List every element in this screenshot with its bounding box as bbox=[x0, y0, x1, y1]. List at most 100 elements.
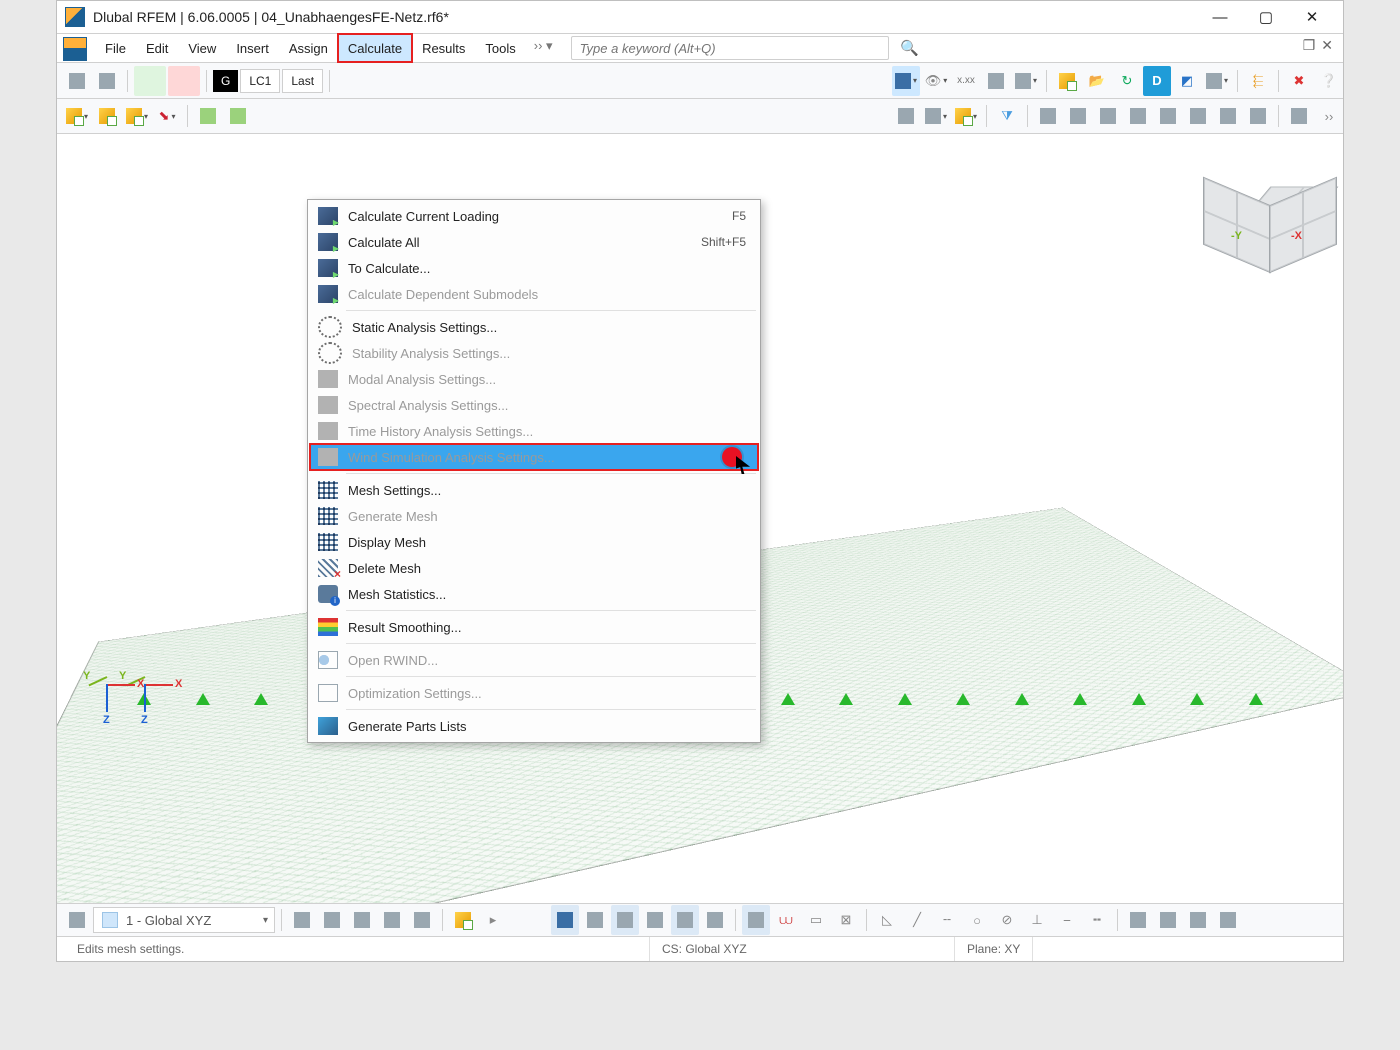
bb-cube-icon[interactable] bbox=[378, 905, 406, 935]
tb-support1-icon[interactable] bbox=[194, 101, 222, 131]
bb-persp-icon[interactable] bbox=[1184, 905, 1212, 935]
tb-rock-icon[interactable] bbox=[1154, 101, 1182, 131]
tb-star2-icon[interactable] bbox=[93, 101, 121, 131]
menu-edit[interactable]: Edit bbox=[136, 34, 178, 62]
tb-member1-icon[interactable]: ⬊▾ bbox=[153, 101, 181, 131]
bb-rotate-icon[interactable] bbox=[348, 905, 376, 935]
minimize-button[interactable]: — bbox=[1197, 3, 1243, 31]
bb-target-icon[interactable] bbox=[671, 905, 699, 935]
search-icon[interactable]: 🔍 bbox=[895, 36, 925, 60]
maximize-button[interactable]: ▢ bbox=[1243, 3, 1289, 31]
menu-tools[interactable]: Tools bbox=[475, 34, 525, 62]
view-cube[interactable]: -Y -X bbox=[1203, 156, 1315, 268]
bb-tangent-icon[interactable]: ⊘ bbox=[993, 905, 1021, 935]
bb-plane-icon[interactable] bbox=[1154, 905, 1182, 935]
tb-cube-icon[interactable] bbox=[892, 101, 920, 131]
tb-new-icon[interactable] bbox=[1053, 66, 1081, 96]
bb-cs-swap-icon[interactable] bbox=[63, 905, 91, 935]
bb-query-icon[interactable] bbox=[408, 905, 436, 935]
tb-star3-icon[interactable]: ▾ bbox=[123, 101, 151, 131]
bb-angle-icon[interactable]: ◺ bbox=[873, 905, 901, 935]
menu-overflow-icon[interactable]: ›› ▾ bbox=[526, 34, 561, 62]
tb-overflow-icon[interactable]: ›› bbox=[1315, 101, 1343, 131]
menu-item-mesh-settings[interactable]: Mesh Settings... bbox=[310, 477, 758, 503]
tb-import-icon[interactable] bbox=[63, 66, 91, 96]
tb-open-icon[interactable]: 📂 bbox=[1083, 66, 1111, 96]
tb-refresh-icon[interactable]: ↻ bbox=[1113, 66, 1141, 96]
bb-corner-icon[interactable] bbox=[701, 905, 729, 935]
bb-cross-icon[interactable]: ⊠ bbox=[832, 905, 860, 935]
bb-mid-icon[interactable]: ╍ bbox=[1083, 905, 1111, 935]
bb-gridblue-icon[interactable] bbox=[551, 905, 579, 935]
menu-assign[interactable]: Assign bbox=[279, 34, 338, 62]
menu-item-static-analysis-settings[interactable]: Static Analysis Settings... bbox=[310, 314, 758, 340]
menu-item-generate-parts-lists[interactable]: Generate Parts Lists bbox=[310, 713, 758, 739]
tb-xxx-icon[interactable]: x.xx bbox=[952, 66, 980, 96]
bb-circle-icon[interactable]: ○ bbox=[963, 905, 991, 935]
tb-chart1-icon[interactable] bbox=[1034, 101, 1062, 131]
tb-support2-icon[interactable] bbox=[224, 101, 252, 131]
bb-win-icon[interactable] bbox=[641, 905, 669, 935]
bb-seg-icon[interactable]: ⎯ bbox=[1053, 905, 1081, 935]
bb-line-icon[interactable]: ╱ bbox=[903, 905, 931, 935]
menu-view[interactable]: View bbox=[178, 34, 226, 62]
search-input[interactable] bbox=[571, 36, 889, 60]
bb-snap-grid-icon[interactable] bbox=[742, 905, 770, 935]
bb-perp-icon[interactable]: ⊥ bbox=[1023, 905, 1051, 935]
tb-shine-icon[interactable]: ▾ bbox=[952, 101, 980, 131]
tb-dice-icon[interactable] bbox=[1184, 101, 1212, 131]
bb-array-icon[interactable] bbox=[581, 905, 609, 935]
viewport-3d[interactable]: X Y Z X Y Z -Y -X Calculate Current Load… bbox=[57, 134, 1343, 903]
bb-iso-icon[interactable] bbox=[1214, 905, 1242, 935]
tb-filter-icon[interactable]: ⧩ bbox=[993, 101, 1021, 131]
menu-item-delete-mesh[interactable]: Delete Mesh bbox=[310, 555, 758, 581]
menu-file[interactable]: File bbox=[95, 34, 136, 62]
close-button[interactable]: ✕ bbox=[1289, 3, 1335, 31]
last-badge[interactable]: Last bbox=[282, 69, 323, 93]
tb-grid2-icon[interactable] bbox=[1285, 101, 1313, 131]
lc-badge[interactable]: LC1 bbox=[240, 69, 280, 93]
bb-hatch-icon[interactable] bbox=[611, 905, 639, 935]
tb-layers2-icon[interactable]: ▾ bbox=[1012, 66, 1040, 96]
menu-item-calculate-current-loading[interactable]: Calculate Current LoadingF5 bbox=[310, 203, 758, 229]
menu-item-display-mesh[interactable]: Display Mesh bbox=[310, 529, 758, 555]
tb-star1-icon[interactable]: ▾ bbox=[63, 101, 91, 131]
tb-cube2-icon[interactable]: ▾ bbox=[1203, 66, 1231, 96]
menu-calculate[interactable]: Calculate bbox=[338, 34, 412, 62]
tb-arch-icon[interactable] bbox=[1064, 101, 1092, 131]
bb-magnet-icon[interactable]: ⩊ bbox=[772, 905, 800, 935]
tb-flag-icon[interactable] bbox=[1244, 101, 1272, 131]
opt-icon bbox=[318, 684, 338, 702]
tb-help-icon[interactable]: ❔ bbox=[1315, 66, 1343, 96]
inner-close-icon[interactable]: ✕ bbox=[1321, 37, 1333, 54]
bb-dashline-icon[interactable]: ╌ bbox=[933, 905, 961, 935]
tb-d-icon[interactable]: D bbox=[1143, 66, 1171, 96]
bb-grid3-icon[interactable] bbox=[1124, 905, 1152, 935]
menu-item-to-calculate[interactable]: To Calculate... bbox=[310, 255, 758, 281]
bb-rect-icon[interactable]: ▭ bbox=[802, 905, 830, 935]
tb-wave-icon[interactable] bbox=[1124, 101, 1152, 131]
bb-copy-icon[interactable] bbox=[288, 905, 316, 935]
menu-item-mesh-statistics[interactable]: Mesh Statistics... bbox=[310, 581, 758, 607]
bb-star-icon[interactable] bbox=[449, 905, 477, 935]
bb-mirror-icon[interactable] bbox=[318, 905, 346, 935]
tb-box-icon[interactable]: ◩ bbox=[1173, 66, 1201, 96]
tb-delete-icon[interactable]: ✖ bbox=[1285, 66, 1313, 96]
tb-grid-icon[interactable]: ▾ bbox=[892, 66, 920, 96]
cs-select[interactable]: 1 - Global XYZ bbox=[93, 907, 275, 933]
tb-select-icon[interactable]: ⬱ bbox=[1244, 66, 1272, 96]
inner-restore-icon[interactable]: ❐ bbox=[1303, 37, 1316, 54]
tb-chev-icon[interactable] bbox=[1214, 101, 1242, 131]
tb-export-icon[interactable] bbox=[93, 66, 121, 96]
tb-layers-icon[interactable] bbox=[982, 66, 1010, 96]
tb-film-icon[interactable] bbox=[1094, 101, 1122, 131]
bb-next-icon[interactable]: ▸ bbox=[479, 905, 507, 935]
tb-eye-icon[interactable]: 👁▾ bbox=[922, 66, 950, 96]
tb-color2[interactable] bbox=[168, 66, 200, 96]
tb-color1[interactable] bbox=[134, 66, 166, 96]
tb-rotate-icon[interactable]: ▾ bbox=[922, 101, 950, 131]
menu-item-result-smoothing[interactable]: Result Smoothing... bbox=[310, 614, 758, 640]
menu-results[interactable]: Results bbox=[412, 34, 475, 62]
menu-item-calculate-all[interactable]: Calculate AllShift+F5 bbox=[310, 229, 758, 255]
menu-insert[interactable]: Insert bbox=[226, 34, 279, 62]
